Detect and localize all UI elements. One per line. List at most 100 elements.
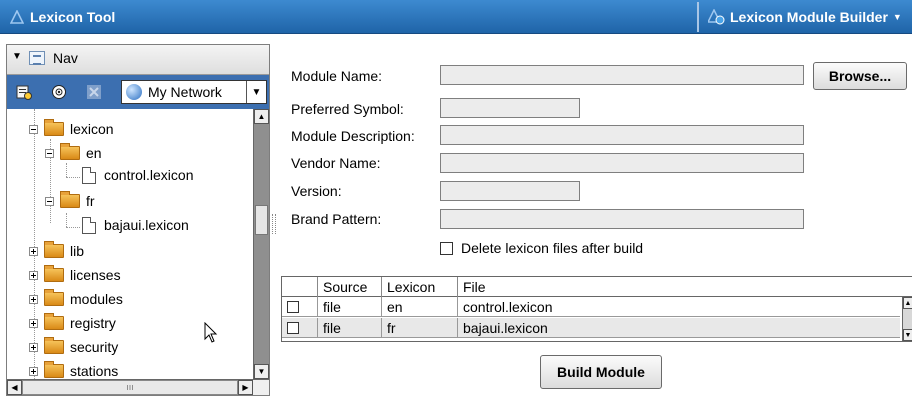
module-name-field[interactable] <box>440 65 804 85</box>
delete-files-option[interactable]: Delete lexicon files after build <box>440 240 643 256</box>
column-header-source[interactable]: Source <box>318 277 382 297</box>
table-row[interactable]: file en control.lexicon <box>282 297 900 317</box>
tree-node[interactable]: security <box>29 337 118 357</box>
scroll-up-icon[interactable]: ▲ <box>903 297 912 309</box>
network-select[interactable]: My Network ▼ <box>121 80 267 104</box>
folder-icon <box>44 361 64 378</box>
add-item-icon[interactable] <box>16 84 32 100</box>
tree-node-label: fr <box>86 193 95 209</box>
table-row[interactable]: file fr bajaui.lexicon <box>282 318 900 338</box>
folder-icon <box>60 143 80 160</box>
nav-header: ▼ Nav <box>7 45 269 75</box>
row-select-cell <box>282 318 318 338</box>
vendor-name-field[interactable] <box>440 153 804 173</box>
delete-files-checkbox[interactable] <box>440 241 453 255</box>
delete-files-label: Delete lexicon files after build <box>461 240 644 256</box>
tree-node[interactable]: bajaui.lexicon <box>82 215 189 235</box>
column-header-lexicon[interactable]: Lexicon <box>382 277 458 297</box>
tree-node[interactable]: fr <box>45 191 95 211</box>
scroll-left-icon[interactable]: ◀ <box>7 380 22 395</box>
expand-toggle-icon[interactable] <box>29 342 38 352</box>
scrollbar-thumb[interactable]: ııı <box>22 380 238 395</box>
module-name-label: Module Name: <box>291 68 383 84</box>
app-logo-icon <box>10 10 24 24</box>
tree-node-label: lib <box>70 243 85 259</box>
close-icon[interactable] <box>86 84 102 100</box>
tree-node[interactable]: lib <box>29 241 84 261</box>
app-title: Lexicon Tool <box>10 0 115 34</box>
module-builder-icon <box>708 9 725 25</box>
file-cell: bajaui.lexicon <box>463 320 548 336</box>
tree-node-label: bajaui.lexicon <box>104 217 189 233</box>
scroll-down-icon[interactable]: ▼ <box>254 364 269 379</box>
folder-icon <box>60 191 80 208</box>
file-icon <box>82 216 96 234</box>
chevron-down-icon[interactable]: ▼ <box>893 0 902 34</box>
chevron-down-icon[interactable]: ▼ <box>246 81 266 103</box>
version-field[interactable] <box>440 181 580 201</box>
tree-node-label: modules <box>70 291 123 307</box>
nav-toolbar: My Network ▼ <box>7 75 269 109</box>
target-icon[interactable] <box>51 84 67 100</box>
expand-toggle-icon[interactable] <box>29 270 38 280</box>
scrollbar-thumb[interactable] <box>255 205 268 235</box>
view-selector[interactable]: Lexicon Module Builder ▼ <box>708 0 902 34</box>
nav-pane: ▼ Nav My Network ▼ lexicon en control.le… <box>6 44 270 396</box>
expand-toggle-icon[interactable] <box>29 318 38 328</box>
app-title-text: Lexicon Tool <box>30 9 116 25</box>
tree-node-label: registry <box>70 315 116 331</box>
expand-toggle-icon[interactable] <box>29 366 38 376</box>
collapse-toggle-icon[interactable] <box>45 196 54 206</box>
titlebar-divider <box>697 2 699 32</box>
column-header-file[interactable]: File <box>458 277 912 297</box>
browse-button[interactable]: Browse... <box>813 62 907 90</box>
table-vertical-scrollbar[interactable]: ▲ ▼ <box>902 297 912 341</box>
tree-node[interactable]: en <box>45 143 102 163</box>
tree-node[interactable]: modules <box>29 289 123 309</box>
nav-header-label: Nav <box>53 50 78 66</box>
select-column-header <box>282 277 318 297</box>
tree-node[interactable]: control.lexicon <box>82 165 194 185</box>
tree-node[interactable]: licenses <box>29 265 121 285</box>
brand-pattern-field[interactable] <box>440 209 804 229</box>
source-cell: file <box>318 318 382 338</box>
row-checkbox[interactable] <box>287 301 299 313</box>
globe-icon <box>126 84 142 100</box>
collapse-icon[interactable]: ▼ <box>12 51 22 62</box>
scroll-up-icon[interactable]: ▲ <box>254 109 269 124</box>
preferred-symbol-field[interactable] <box>440 98 580 118</box>
build-module-button[interactable]: Build Module <box>540 355 662 389</box>
file-icon <box>82 166 96 184</box>
tree-node-label: lexicon <box>70 121 114 137</box>
network-select-value: My Network <box>148 84 222 100</box>
tree-node-label: licenses <box>70 267 121 283</box>
splitter-handle[interactable] <box>272 214 276 234</box>
scroll-down-icon[interactable]: ▼ <box>903 329 912 341</box>
tree-vertical-scrollbar[interactable]: ▲ ▼ <box>253 109 269 379</box>
brand-pattern-label: Brand Pattern: <box>291 211 382 227</box>
tree-horizontal-scrollbar[interactable]: ◀ ııı ▶ <box>7 379 269 395</box>
view-title-text: Lexicon Module Builder <box>730 9 888 25</box>
scroll-right-icon[interactable]: ▶ <box>238 380 253 395</box>
folder-icon <box>44 337 64 354</box>
title-bar: Lexicon Tool Lexicon Module Builder ▼ <box>0 0 912 34</box>
version-label: Version: <box>291 183 342 199</box>
module-description-field[interactable] <box>440 125 804 145</box>
collapse-toggle-icon[interactable] <box>29 124 38 134</box>
row-checkbox[interactable] <box>287 322 299 334</box>
preferred-symbol-label: Preferred Symbol: <box>291 101 404 117</box>
folder-icon <box>44 119 64 136</box>
collapse-toggle-icon[interactable] <box>45 148 54 158</box>
row-select-cell <box>282 297 318 317</box>
tree-node-label: en <box>86 145 102 161</box>
folder-icon <box>44 313 64 330</box>
expand-toggle-icon[interactable] <box>29 246 38 256</box>
tree-node[interactable]: stations <box>29 361 118 379</box>
tree-node[interactable]: registry <box>29 313 116 333</box>
nav-icon <box>29 51 45 65</box>
expand-toggle-icon[interactable] <box>29 294 38 304</box>
folder-icon <box>44 265 64 282</box>
tree-node[interactable]: lexicon <box>29 119 114 139</box>
tree-node-label: stations <box>70 363 119 379</box>
module-description-label: Module Description: <box>291 128 415 144</box>
